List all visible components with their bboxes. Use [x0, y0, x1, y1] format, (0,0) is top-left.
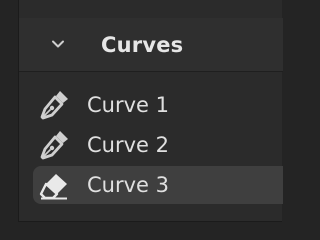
curve-label: Curve 3 — [87, 173, 169, 197]
curve-list: Curve 1 Curve 2 Curve 3 — [33, 86, 283, 206]
chevron-down-icon[interactable] — [51, 37, 65, 51]
curves-panel: Curves Curve 1 Curve 2 Curve 3 — [18, 0, 283, 222]
eraser-icon — [39, 174, 67, 200]
list-item-curve-1[interactable]: Curve 1 — [33, 86, 283, 124]
panel-title: Curves — [101, 33, 184, 57]
curve-label: Curve 1 — [87, 93, 169, 117]
list-item-curve-2[interactable]: Curve 2 — [33, 126, 283, 164]
list-item-curve-3[interactable]: Curve 3 — [33, 166, 283, 204]
pen-icon — [40, 91, 68, 120]
curve-label: Curve 2 — [87, 133, 169, 157]
panel-header[interactable]: Curves — [19, 18, 283, 72]
pen-icon — [40, 131, 68, 160]
